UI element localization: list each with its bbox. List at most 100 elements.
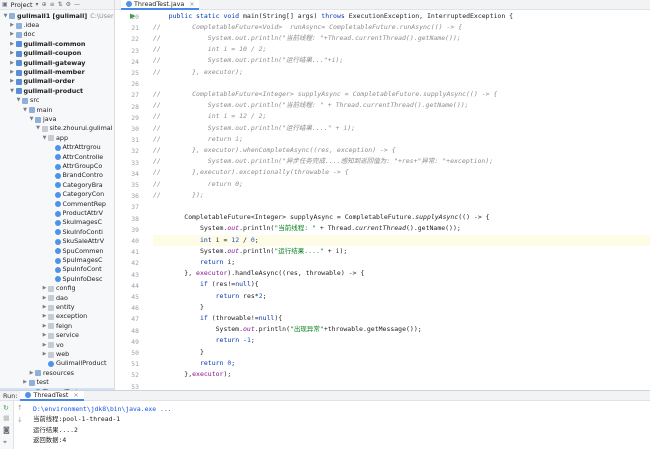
tree-item[interactable]: BrandContro (0, 171, 103, 180)
code-token: .println( (239, 246, 275, 255)
chevron-right-icon[interactable]: ▶ (41, 322, 48, 331)
close-icon[interactable]: × (73, 391, 78, 399)
gear-icon[interactable]: ⚙ (66, 1, 71, 8)
code-token: i = (215, 235, 232, 244)
tree-item[interactable]: CategoryBra (0, 181, 103, 190)
project-title[interactable]: Project (11, 1, 33, 9)
tree-item[interactable]: ▶ resources (0, 369, 74, 378)
close-icon[interactable]: × (189, 1, 194, 8)
tree-item[interactable]: CommentRep (0, 200, 106, 209)
code-token: return (199, 358, 228, 367)
chevron-right-icon[interactable]: ▶ (9, 77, 16, 86)
tree-item[interactable]: ▼ java (0, 115, 57, 124)
collapse-icon[interactable]: ≡ (50, 1, 55, 8)
tree-item[interactable]: AttrControlle (0, 153, 103, 162)
locate-icon[interactable]: ⊕ (42, 1, 47, 8)
tree-item[interactable]: ▶ dao (0, 294, 68, 303)
code-token: "当前线程: " (274, 224, 316, 233)
tree-item[interactable]: ProductAttrV (0, 209, 103, 218)
tree-item[interactable]: GulimallProduct (0, 359, 107, 368)
chevron-down-icon[interactable]: ▼ (9, 87, 16, 96)
tree-item[interactable]: ▼ gulimall-product (0, 87, 83, 96)
tree-item[interactable]: AttrAttrgrou (0, 143, 101, 152)
chevron-right-icon[interactable]: ▶ (41, 284, 48, 293)
code-line: CompletableFuture<Integer> supplyAsync =… (153, 212, 489, 223)
tree-item[interactable]: SpuInfoCont (0, 265, 102, 274)
tree-item[interactable]: SpuInfoDesc (0, 275, 102, 284)
stop-icon[interactable]: ■ (3, 414, 10, 422)
run-gutter-icon[interactable]: ▶ (130, 12, 135, 20)
code-editor[interactable]: public static void main(String[] args) t… (153, 10, 650, 390)
tree-item[interactable]: ▼ main (0, 106, 52, 115)
tree-item[interactable]: ▼ gulimall1 [gulimall]C:\Users\erin (0, 12, 114, 21)
code-token: +throwable.getMessage()); (323, 325, 422, 334)
chevron-right-icon[interactable]: ▶ (9, 49, 16, 58)
chevron-down-icon[interactable]: ▼ (28, 115, 35, 124)
tree-item[interactable]: ▶ gulimall-common (0, 40, 85, 49)
tree-item[interactable]: ▶ entity (0, 303, 75, 312)
tree-item[interactable]: ▼ src (0, 96, 40, 105)
tree-item[interactable]: SkuImagesC (0, 218, 102, 227)
scroll-up-icon[interactable]: ↑ (17, 404, 23, 412)
minimize-icon[interactable]: — (74, 1, 80, 8)
code-token: i; (227, 257, 236, 266)
chevron-right-icon[interactable]: ▶ (9, 68, 16, 77)
tree-item[interactable]: ▶ gulimall-order (0, 77, 75, 86)
chevron-right-icon[interactable]: ▶ (41, 312, 48, 321)
tree-item[interactable]: ▶ exception (0, 312, 88, 321)
tree-item-label: AttrControlle (62, 152, 104, 161)
chevron-right-icon[interactable]: ▶ (22, 378, 29, 387)
scroll-down-icon[interactable]: ↓ (17, 416, 23, 424)
tree-item[interactable]: ▶ config (0, 284, 76, 293)
tree-item-label: .idea (23, 20, 40, 29)
chevron-down-icon[interactable]: ▼ (22, 106, 29, 115)
tree-item[interactable]: ▶ gulimall-member (0, 68, 85, 77)
line-number: 37 (131, 203, 139, 212)
tree-item[interactable]: CategoryCon (0, 190, 104, 199)
tree-item[interactable]: ▶ vo (0, 341, 64, 350)
chevron-right-icon[interactable]: ▶ (9, 21, 16, 30)
tab-threadtest[interactable]: ThreadTest.java × (121, 0, 200, 10)
code-token: (throwable!= (211, 313, 259, 322)
sort-icon[interactable]: ⇅ (58, 1, 63, 8)
tree-item[interactable]: SkuSaleAttrV (0, 237, 104, 246)
tree-item[interactable]: ▶ web (0, 350, 70, 359)
pin-icon[interactable]: ⌖ (3, 438, 7, 447)
tree-item[interactable]: ▶ test (0, 378, 49, 387)
chevron-right-icon[interactable]: ▶ (41, 331, 48, 340)
tree-item[interactable]: ▶ gulimall-coupon (0, 49, 81, 58)
tree-item[interactable]: ▶ .idea (0, 21, 39, 30)
chevron-down-icon[interactable]: ▼ (35, 124, 42, 133)
rerun-icon[interactable]: ↻ (3, 404, 9, 412)
tree-item-label: ProductAttrV (62, 208, 104, 217)
tab-run-threadtest[interactable]: ThreadTest × (20, 390, 84, 401)
tree-item[interactable]: SkuInfoConti (0, 228, 103, 237)
line-number: 29 (131, 113, 139, 122)
tree-item[interactable]: ▼ site.zhourui.gulimal (0, 124, 112, 133)
tree-item[interactable]: ▶ doc (0, 30, 35, 39)
tree-item[interactable]: SpuImagesC (0, 256, 102, 265)
chevron-right-icon[interactable]: ▶ (9, 59, 16, 68)
tree-item[interactable]: SpuCommen (0, 247, 103, 256)
code-line: // }, executor); (153, 67, 243, 78)
tree-item[interactable]: ▶ feign (0, 322, 73, 331)
chevron-right-icon[interactable]: ▶ (41, 350, 48, 359)
chevron-right-icon[interactable]: ▶ (41, 294, 48, 303)
dropdown-icon[interactable]: ▾ (36, 1, 39, 8)
project-view-icon[interactable]: ▣ (2, 1, 8, 8)
tree-item[interactable]: ▶ service (0, 331, 79, 340)
chevron-right-icon[interactable]: ▶ (41, 303, 48, 312)
chevron-right-icon[interactable]: ▶ (28, 369, 35, 378)
line-number: 25 (131, 69, 139, 77)
tree-item[interactable]: ▶ gulimall-gateway (0, 59, 85, 68)
chevron-right-icon[interactable]: ▶ (9, 30, 16, 39)
chevron-down-icon[interactable]: ▼ (15, 96, 22, 105)
tree-item-label: SpuInfoCont (62, 265, 102, 274)
tree-item[interactable]: ▼ app (0, 134, 68, 143)
chevron-right-icon[interactable]: ▶ (9, 40, 16, 49)
chevron-down-icon[interactable]: ▼ (41, 134, 48, 143)
camera-icon[interactable]: ◙ (3, 426, 10, 434)
chevron-right-icon[interactable]: ▶ (41, 341, 48, 350)
chevron-down-icon[interactable]: ▼ (2, 12, 9, 21)
tree-item[interactable]: AttrGroupCo (0, 162, 102, 171)
